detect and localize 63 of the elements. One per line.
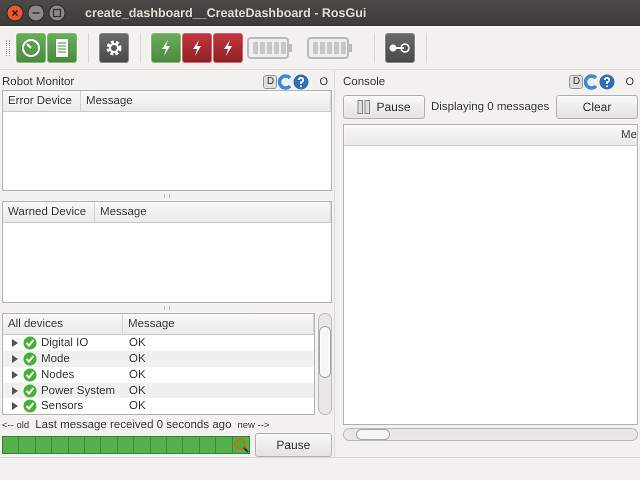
timeline-new-label: new --> [237, 420, 270, 431]
expand-arrow-icon[interactable] [11, 354, 19, 363]
column-header[interactable]: Error Device [3, 91, 81, 111]
connector-icon [389, 42, 411, 54]
lightning-icon [160, 38, 172, 56]
help-icon[interactable] [599, 74, 616, 90]
pause-icon [357, 100, 372, 114]
breaker-button[interactable] [213, 32, 243, 62]
device-name: Mode [41, 352, 70, 365]
expand-arrow-icon[interactable] [11, 402, 19, 410]
expand-arrow-icon[interactable] [11, 370, 19, 379]
close-button[interactable]: O [319, 76, 328, 88]
settings-button[interactable] [99, 32, 129, 62]
column-header[interactable]: All devices [3, 314, 123, 334]
close-button[interactable]: O [625, 76, 634, 88]
gauge-icon [21, 38, 41, 58]
connection-button[interactable] [385, 32, 415, 62]
debug-button[interactable]: D [263, 75, 278, 89]
tree-row[interactable]: Mode OK [3, 351, 314, 367]
column-header[interactable]: Message [123, 314, 314, 334]
device-name: Power System [41, 384, 116, 397]
tree-row[interactable]: Power System OK [3, 382, 314, 398]
device-message: OK [128, 352, 146, 365]
column-header[interactable]: Message [95, 202, 331, 222]
status-message: Last message received 0 seconds ago [35, 419, 232, 432]
minimize-icon[interactable] [27, 4, 45, 22]
refresh-icon[interactable] [277, 74, 294, 90]
refresh-icon[interactable] [583, 74, 600, 90]
timeline-old-label: <-- old [2, 420, 30, 431]
panel-title: Console [343, 76, 386, 88]
pause-button[interactable]: Pause [343, 95, 425, 119]
breaker-button[interactable] [182, 32, 212, 62]
scrollbar[interactable] [318, 313, 332, 416]
pause-button[interactable]: Pause [254, 433, 332, 457]
close-icon[interactable] [6, 4, 24, 22]
help-icon[interactable] [293, 74, 310, 90]
notepad-icon [54, 38, 70, 58]
lightning-icon [222, 38, 234, 56]
notes-button[interactable] [47, 32, 77, 62]
device-name: Sensors [41, 400, 84, 412]
debug-button[interactable]: D [569, 75, 584, 89]
column-header[interactable]: Message [81, 91, 331, 111]
lightning-icon [191, 38, 203, 56]
window-title: create_dashboard__CreateDashboard - RosGui [85, 6, 366, 20]
breaker-button[interactable] [151, 32, 181, 62]
magnifier-icon [232, 437, 249, 453]
gauge-button[interactable] [16, 32, 46, 62]
expand-arrow-icon[interactable] [11, 386, 19, 395]
device-name: Nodes [41, 368, 74, 381]
device-message: OK [128, 400, 146, 412]
scrollbar[interactable] [343, 428, 638, 441]
device-message: OK [128, 368, 146, 381]
column-header[interactable]: Me [344, 125, 637, 145]
maximize-icon[interactable] [48, 4, 66, 22]
clear-button[interactable]: Clear [556, 95, 638, 119]
column-header[interactable]: Warned Device [3, 202, 95, 222]
panel-title: Robot Monitor [2, 76, 76, 88]
device-message: OK [128, 337, 146, 350]
device-message: OK [128, 384, 146, 397]
expand-arrow-icon[interactable] [11, 339, 19, 348]
settings-icon [104, 38, 124, 58]
message-count: Displaying 0 messages [431, 101, 550, 113]
device-name: Digital IO [41, 337, 88, 350]
